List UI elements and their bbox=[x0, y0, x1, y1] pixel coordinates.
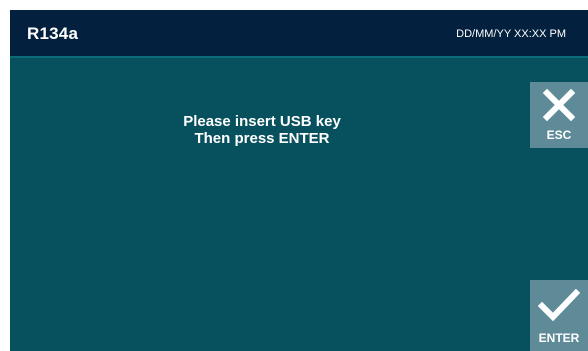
datetime-display: DD/MM/YY XX:XX PM bbox=[456, 28, 566, 40]
enter-label: ENTER bbox=[538, 331, 580, 345]
instruction-line-2: Then press ENTER bbox=[194, 130, 330, 147]
header-bar: R134a DD/MM/YY XX:XX PM bbox=[10, 10, 588, 58]
usb-prompt-screen: R134a DD/MM/YY XX:XX PM Please insert US… bbox=[10, 10, 588, 351]
esc-button[interactable]: ESC bbox=[530, 82, 588, 148]
esc-label: ESC bbox=[546, 128, 572, 142]
instruction-message: Please insert USB key Then press ENTER bbox=[10, 113, 514, 147]
instruction-line-1: Please insert USB key bbox=[183, 113, 341, 130]
checkmark-icon bbox=[538, 288, 580, 322]
close-icon bbox=[542, 88, 576, 122]
refrigerant-title: R134a bbox=[27, 24, 79, 43]
enter-button[interactable]: ENTER bbox=[530, 280, 588, 351]
